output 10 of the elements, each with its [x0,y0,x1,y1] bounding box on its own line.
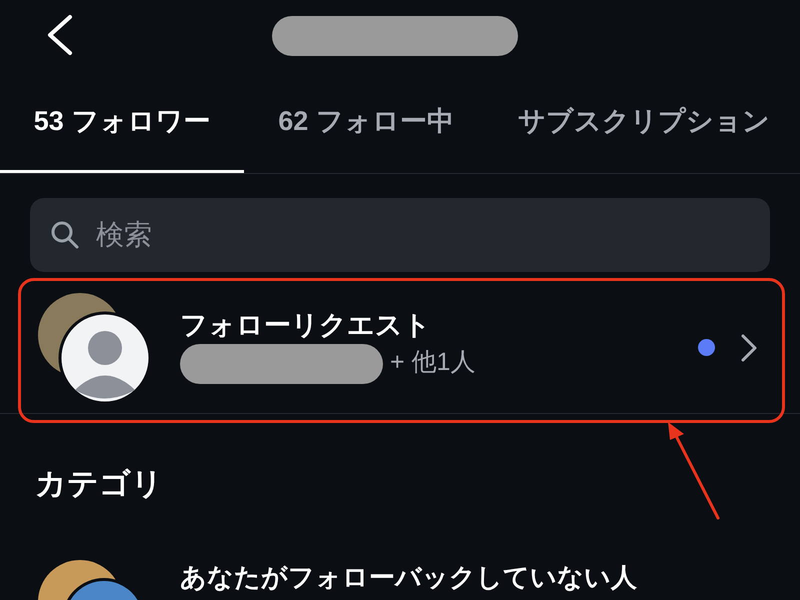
tab[interactable]: 62 フォロー中 [244,72,488,173]
chevron-right-icon[interactable] [739,333,759,363]
others-count: + 他1人 [390,350,476,375]
follow-request-title[interactable]: フォローリクエスト [180,312,431,339]
category-item-label[interactable]: あなたがフォローバックしていない人 [180,564,637,590]
section-heading: カテゴリ [35,468,163,499]
tab[interactable]: 53 フォロワー [0,72,244,173]
tab[interactable]: サブスクリプション [488,72,800,173]
search-field[interactable]: 検索 [30,198,770,272]
search-icon [50,220,80,250]
